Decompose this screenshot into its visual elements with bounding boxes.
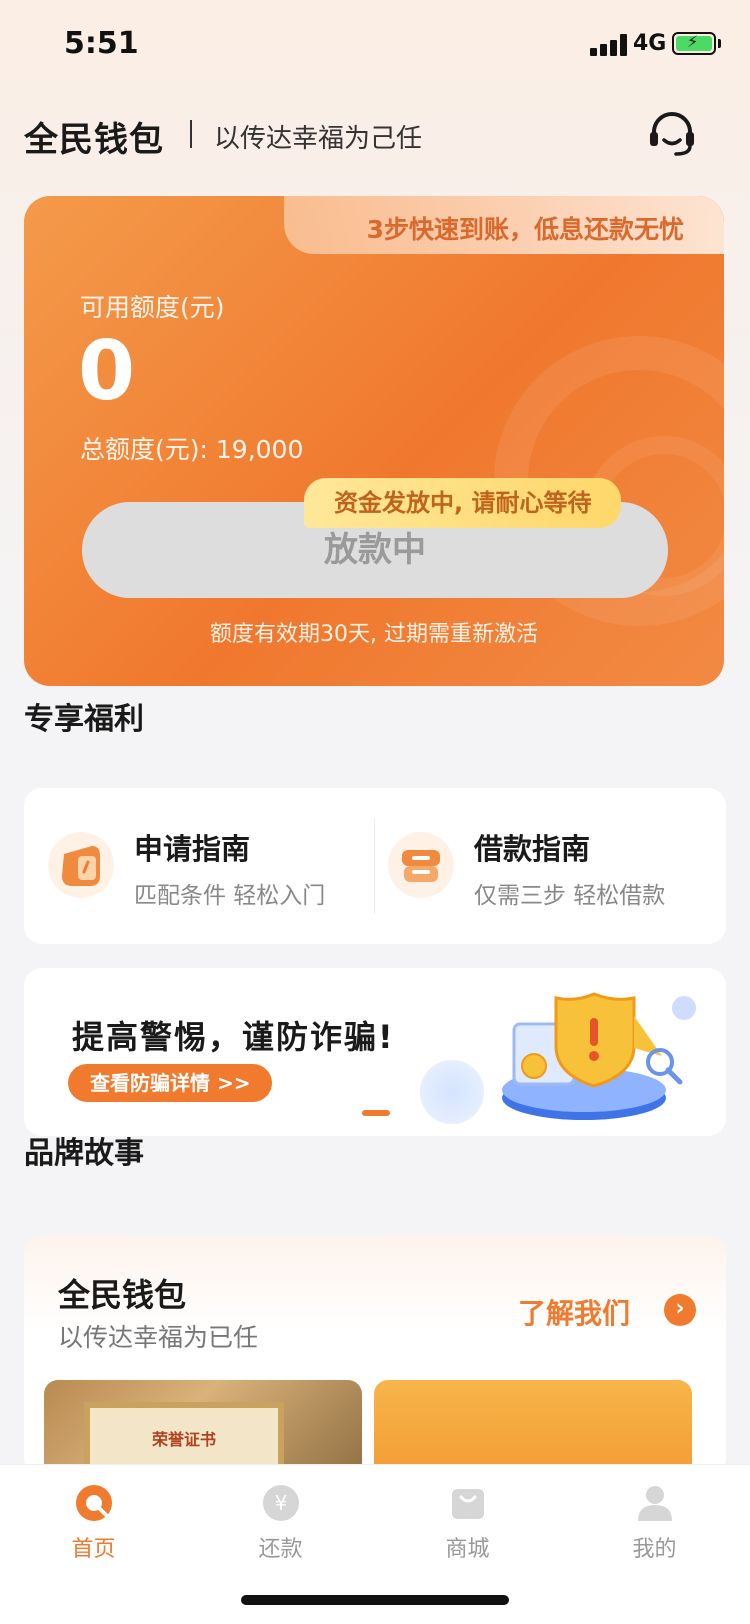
benefit-subtitle: 仅需三步 轻松借款	[474, 883, 666, 909]
shopping-bag-icon	[452, 1489, 484, 1519]
tab-home[interactable]: 首页	[0, 1465, 187, 1575]
benefits-panel: 申请指南 匹配条件 轻松入门 借款指南 仅需三步 轻松借款	[24, 788, 726, 944]
credit-validity-note: 额度有效期30天, 过期需重新激活	[210, 622, 538, 647]
header-divider	[190, 120, 192, 148]
headset-icon[interactable]	[646, 110, 698, 158]
app-header: 全民钱包 以传达幸福为己任	[24, 108, 726, 164]
about-us-link[interactable]: 了解我们	[518, 1292, 630, 1332]
user-icon	[638, 1486, 672, 1521]
fraud-banner-title: 提高警惕，谨防诈骗!	[72, 1018, 395, 1056]
status-bar: 5:51 4G	[0, 0, 750, 90]
tab-label: 我的	[632, 1537, 677, 1562]
network-type: 4G	[633, 31, 667, 56]
tab-mall[interactable]: 商城	[374, 1465, 561, 1575]
brand-story-name: 全民钱包	[58, 1276, 187, 1314]
yuan-icon: ¥	[263, 1485, 299, 1521]
banner-decoration	[420, 1060, 484, 1124]
card-banner-tab: 3步快速到账，低息还款无忧	[284, 196, 724, 254]
certificate-title: 荣誉证书	[151, 1430, 216, 1449]
battery-cap	[718, 39, 721, 48]
loan-guide-icon	[388, 832, 454, 898]
brand-logo-text: 全民钱包	[24, 120, 164, 160]
loan-guide-item[interactable]: 借款指南 仅需三步 轻松借款	[364, 788, 715, 944]
tab-label: 首页	[71, 1537, 116, 1562]
status-time: 5:51	[64, 26, 139, 61]
brand-story-slogan: 以传达幸福为已任	[58, 1323, 259, 1352]
brand-promo-image[interactable]	[374, 1380, 692, 1476]
chevron-right-icon[interactable]: ›	[664, 1294, 696, 1326]
shield-warning-icon	[502, 992, 696, 1120]
available-credit-value: 0	[78, 324, 136, 419]
total-credit-line: 总额度(元): 19,000	[80, 435, 304, 464]
header-slogan: 以传达幸福为己任	[214, 124, 423, 154]
credit-card: 3步快速到账，低息还款无忧 可用额度(元) 0 总额度(元): 19,000 放…	[24, 196, 724, 686]
certificate-image[interactable]: 荣誉证书	[44, 1380, 362, 1476]
home-indicator	[241, 1595, 509, 1605]
apply-guide-icon	[48, 832, 114, 898]
benefit-title: 申请指南	[134, 832, 251, 866]
battery-icon	[672, 32, 716, 55]
card-banner-text: 3步快速到账，低息还款无忧	[366, 215, 684, 244]
tab-repay[interactable]: ¥ 还款	[187, 1465, 374, 1575]
tab-profile[interactable]: 我的	[561, 1465, 748, 1575]
tab-label: 商城	[445, 1537, 490, 1562]
fraud-details-button[interactable]: 查看防骗详情 >>	[68, 1064, 273, 1102]
home-icon	[76, 1485, 112, 1521]
section-title-benefits: 专享福利	[24, 702, 144, 737]
signal-icon	[590, 34, 628, 56]
svg-text:¥: ¥	[275, 1491, 288, 1515]
fraud-warning-banner[interactable]: 提高警惕，谨防诈骗! 查看防骗详情 >>	[24, 968, 726, 1136]
benefit-title: 借款指南	[474, 832, 591, 866]
available-credit-label: 可用额度(元)	[80, 293, 225, 322]
tab-label: 还款	[258, 1537, 303, 1562]
brand-story-card: 全民钱包 以传达幸福为已任 了解我们 › 荣誉证书	[24, 1236, 726, 1476]
carousel-indicator	[362, 1110, 390, 1116]
apply-guide-item[interactable]: 申请指南 匹配条件 轻松入门	[24, 788, 375, 944]
disbursement-tip-bubble: 资金发放中, 请耐心等待	[304, 478, 622, 528]
section-title-brand-story: 品牌故事	[24, 1136, 144, 1171]
benefit-subtitle: 匹配条件 轻松入门	[134, 883, 326, 909]
